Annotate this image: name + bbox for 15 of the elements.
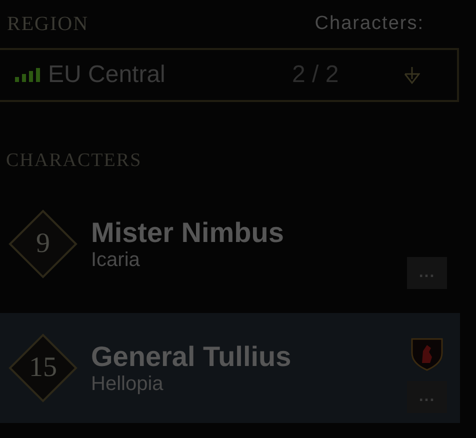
character-card[interactable]: 9 Mister Nimbus Icaria ... — [0, 189, 460, 299]
level-diamond-icon — [8, 209, 78, 279]
character-name: Mister Nimbus — [91, 216, 285, 248]
level-diamond-icon — [8, 333, 78, 403]
world-name: Icaria — [91, 248, 141, 272]
dropdown-arrow-icon — [404, 66, 420, 84]
more-button[interactable]: ... — [407, 257, 447, 289]
character-card[interactable]: 15 General Tullius Hellopia ... — [0, 313, 460, 423]
character-level: 9 — [36, 228, 50, 260]
character-name: General Tullius — [91, 340, 292, 372]
characters-label: Characters: — [314, 13, 424, 35]
world-name: Hellopia — [91, 372, 164, 396]
character-level: 15 — [29, 352, 57, 384]
signal-icon — [15, 68, 40, 82]
more-button[interactable]: ... — [407, 381, 447, 413]
